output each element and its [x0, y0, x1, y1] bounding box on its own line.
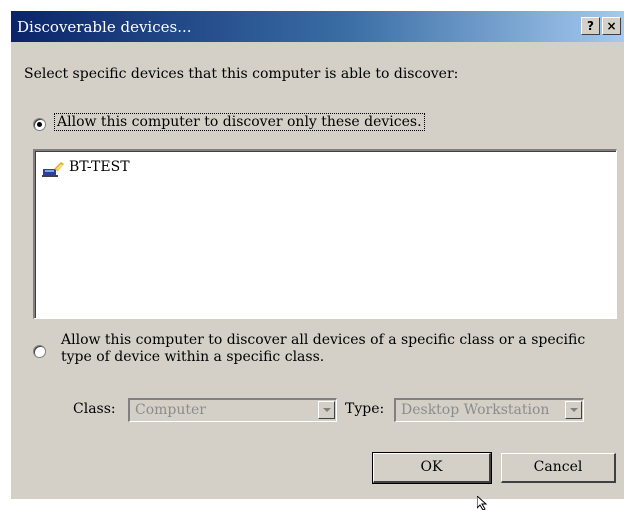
- discoverable-devices-dialog: Discoverable devices... ? × Select speci…: [10, 10, 624, 510]
- help-icon: ?: [587, 19, 594, 33]
- radio-class-devices-label-line2[interactable]: type of device within a specific class.: [61, 349, 324, 365]
- device-icon: [42, 162, 64, 177]
- title-bar[interactable]: Discoverable devices... ? ×: [11, 11, 624, 42]
- cancel-button[interactable]: Cancel: [501, 453, 616, 483]
- ok-button[interactable]: OK: [372, 452, 492, 484]
- radio-class-devices[interactable]: [33, 345, 46, 358]
- instruction-text: Select specific devices that this comput…: [24, 66, 459, 82]
- type-select-value: Desktop Workstation: [401, 402, 550, 418]
- class-dropdown-button[interactable]: [318, 401, 335, 419]
- type-label: Type:: [345, 401, 385, 417]
- type-dropdown-button[interactable]: [565, 401, 582, 419]
- radio-selected-dot: [37, 122, 42, 127]
- class-select[interactable]: Computer: [128, 398, 337, 422]
- radio-only-these-devices[interactable]: [33, 118, 46, 131]
- radio-only-these-devices-label[interactable]: Allow this computer to discover only the…: [54, 113, 425, 131]
- class-select-value: Computer: [135, 402, 206, 418]
- radio-class-devices-label-line1[interactable]: Allow this computer to discover all devi…: [61, 332, 585, 348]
- chevron-down-icon: [570, 408, 578, 412]
- type-select[interactable]: Desktop Workstation: [394, 398, 584, 422]
- class-label: Class:: [73, 401, 116, 417]
- mouse-pointer-icon: [477, 496, 488, 510]
- chevron-down-icon: [323, 408, 331, 412]
- window-title: Discoverable devices...: [17, 18, 192, 36]
- device-list[interactable]: BT-TEST: [33, 149, 617, 319]
- device-label: BT-TEST: [69, 159, 130, 175]
- help-button[interactable]: ?: [581, 17, 600, 35]
- close-icon: ×: [606, 19, 617, 33]
- close-button[interactable]: ×: [602, 17, 621, 35]
